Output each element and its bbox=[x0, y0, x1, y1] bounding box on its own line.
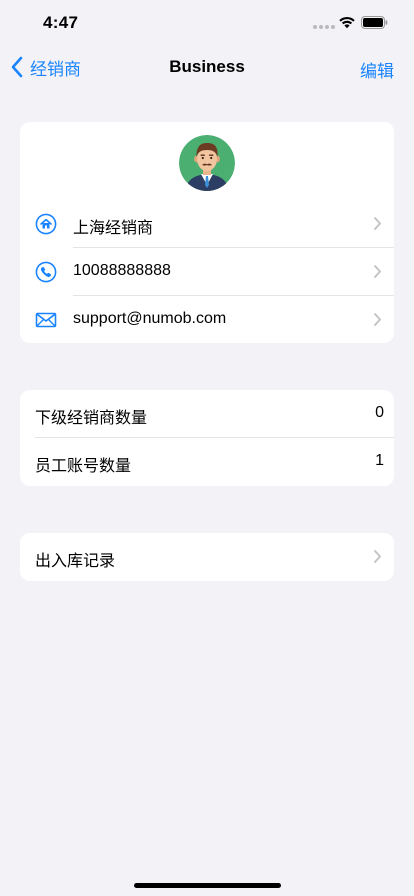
inventory-records-row[interactable]: 出入库记录 bbox=[20, 533, 394, 581]
status-time: 4:47 bbox=[43, 13, 79, 32]
home-icon bbox=[35, 213, 57, 235]
chevron-right-icon bbox=[374, 550, 381, 563]
dealer-name: 上海经销商 bbox=[73, 220, 154, 237]
staff-accounts-count: 1 bbox=[375, 452, 384, 469]
edit-button[interactable]: 编辑 bbox=[360, 57, 394, 82]
phone-row[interactable]: 10088888888 bbox=[20, 248, 394, 296]
wifi-icon bbox=[339, 16, 355, 29]
status-bar: 4:47 bbox=[0, 0, 414, 44]
inventory-records-label: 出入库记录 bbox=[35, 553, 116, 570]
records-card: 出入库记录 bbox=[20, 533, 394, 581]
chevron-right-icon bbox=[374, 313, 381, 326]
phone-number: 10088888888 bbox=[73, 262, 171, 279]
email-address: support@numob.com bbox=[73, 310, 227, 327]
email-row[interactable]: support@numob.com bbox=[20, 296, 394, 343]
stats-card: 下级经销商数量 0 员工账号数量 1 bbox=[20, 390, 394, 486]
staff-accounts-label: 员工账号数量 bbox=[35, 458, 132, 475]
chevron-right-icon bbox=[374, 265, 381, 278]
mail-icon bbox=[35, 312, 57, 328]
navigation-bar: 经销商 Business 编辑 bbox=[0, 44, 414, 90]
sub-dealers-count: 0 bbox=[375, 404, 384, 421]
chevron-right-icon bbox=[374, 217, 381, 230]
sub-dealers-row: 下级经销商数量 0 bbox=[20, 390, 394, 438]
signal-icon bbox=[313, 25, 335, 29]
sub-dealers-label: 下级经销商数量 bbox=[35, 410, 148, 427]
home-indicator[interactable] bbox=[134, 883, 281, 888]
profile-card: 上海经销商 10088888888 support@numob.com bbox=[20, 122, 394, 343]
staff-accounts-row: 员工账号数量 1 bbox=[20, 438, 394, 486]
battery-icon bbox=[361, 16, 388, 29]
phone-icon bbox=[35, 261, 57, 283]
dealer-name-row[interactable]: 上海经销商 bbox=[20, 200, 394, 248]
page-title: Business bbox=[169, 57, 245, 76]
avatar[interactable] bbox=[179, 135, 235, 191]
